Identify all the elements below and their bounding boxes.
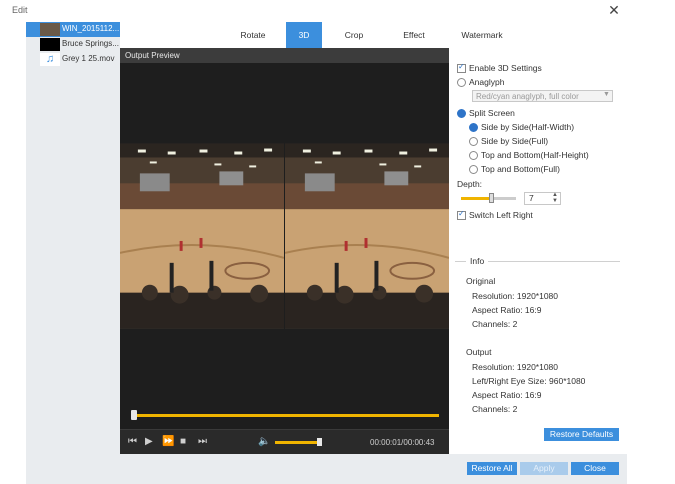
stop-icon[interactable]: ■: [180, 436, 186, 447]
split-screen-radio[interactable]: [457, 109, 466, 118]
output-eye-size: Left/Right Eye Size: 960*1080: [472, 376, 586, 386]
tab-rotate[interactable]: Rotate: [220, 22, 286, 48]
volume-icon[interactable]: 🔈: [258, 436, 270, 447]
enable-3d-label: Enable 3D Settings: [469, 63, 542, 73]
settings-panel: Enable 3D Settings Anaglyph Red/cyan ana…: [449, 48, 627, 454]
right-eye-view: [285, 143, 449, 329]
original-channels: Channels: 2: [472, 319, 518, 329]
output-channels: Channels: 2: [472, 404, 518, 414]
side-by-side-full-radio[interactable]: [469, 137, 478, 146]
depth-slider-fill: [461, 197, 491, 200]
volume-slider[interactable]: [275, 441, 321, 444]
top-bottom-full-label: Top and Bottom(Full): [481, 164, 560, 174]
apply-button[interactable]: Apply: [520, 462, 568, 475]
file-name: Bruce Springs...: [62, 39, 119, 48]
video-frame: [120, 143, 449, 329]
side-by-side-full-label: Side by Side(Full): [481, 136, 549, 146]
fast-forward-icon[interactable]: ⏩: [162, 436, 174, 447]
depth-handle[interactable]: [489, 193, 494, 203]
volume-handle[interactable]: [317, 438, 322, 446]
seek-bar[interactable]: [134, 414, 439, 417]
anaglyph-label: Anaglyph: [469, 77, 505, 87]
side-by-side-half-radio[interactable]: [469, 123, 478, 132]
file-name: Grey 1 25.mov: [62, 54, 115, 63]
skip-start-icon[interactable]: ⏮: [128, 436, 137, 447]
original-heading: Original: [466, 276, 496, 286]
output-preview: Output Preview ⏮ ▶ ⏩ ■ ⏭ 🔈 00:00:01/00:0…: [120, 48, 449, 455]
restore-all-button[interactable]: Restore All: [467, 462, 517, 475]
top-bottom-full-radio[interactable]: [469, 165, 478, 174]
anaglyph-radio[interactable]: [457, 78, 466, 87]
enable-3d-checkbox[interactable]: [457, 62, 466, 73]
chevron-down-icon: ▼: [603, 91, 610, 98]
tab-watermark[interactable]: Watermark: [442, 22, 522, 48]
video-thumb-icon: [40, 38, 60, 51]
anaglyph-select[interactable]: Red/cyan anaglyph, full color: [472, 90, 613, 102]
switch-left-right-label: Switch Left Right: [469, 210, 533, 220]
output-resolution: Resolution: 1920*1080: [472, 362, 559, 372]
close-icon[interactable]: ✕: [606, 2, 622, 18]
output-heading: Output: [466, 347, 492, 357]
file-list-sidebar: WIN_2015112... Bruce Springs... ♫ Grey 1…: [26, 22, 120, 484]
close-button[interactable]: Close: [571, 462, 619, 475]
music-note-icon: ♫: [40, 53, 60, 66]
file-item[interactable]: ♫ Grey 1 25.mov: [26, 52, 120, 67]
file-name: WIN_2015112...: [62, 24, 120, 33]
spinner-arrows-icon[interactable]: ▲ ▼: [552, 192, 558, 204]
window-title: Edit: [12, 5, 28, 15]
play-icon[interactable]: ▶: [145, 436, 153, 447]
restore-defaults-button[interactable]: Restore Defaults: [544, 428, 619, 441]
skip-end-icon[interactable]: ⏭: [198, 436, 207, 447]
seek-handle[interactable]: [131, 410, 137, 420]
video-thumb-icon: [40, 23, 60, 36]
tab-effect[interactable]: Effect: [386, 22, 442, 48]
preview-header: Output Preview: [120, 48, 449, 63]
file-item[interactable]: Bruce Springs...: [26, 37, 120, 52]
title-bar: Edit ✕: [0, 0, 675, 22]
tab-crop[interactable]: Crop: [322, 22, 386, 48]
switch-left-right-checkbox[interactable]: [457, 209, 466, 220]
output-aspect-ratio: Aspect Ratio: 16:9: [472, 390, 542, 400]
time-display: 00:00:01/00:00:43: [370, 438, 435, 447]
info-legend: Info: [466, 256, 489, 266]
tab-3d[interactable]: 3D: [286, 22, 322, 48]
split-screen-label: Split Screen: [469, 108, 515, 118]
side-by-side-half-label: Side by Side(Half-Width): [481, 122, 575, 132]
top-bottom-half-label: Top and Bottom(Half-Height): [481, 150, 589, 160]
file-item[interactable]: WIN_2015112...: [26, 22, 120, 37]
tab-bar: Rotate 3D Crop Effect Watermark: [120, 22, 627, 49]
preview-title: Output Preview: [125, 51, 180, 60]
top-bottom-half-radio[interactable]: [469, 151, 478, 160]
original-resolution: Resolution: 1920*1080: [472, 291, 559, 301]
playback-controls: ⏮ ▶ ⏩ ■ ⏭ 🔈 00:00:01/00:00:43: [120, 429, 449, 455]
original-aspect-ratio: Aspect Ratio: 16:9: [472, 305, 542, 315]
depth-label: Depth:: [457, 179, 483, 189]
left-eye-view: [120, 143, 284, 329]
bottom-bar: Restore All Apply Close: [120, 454, 627, 484]
